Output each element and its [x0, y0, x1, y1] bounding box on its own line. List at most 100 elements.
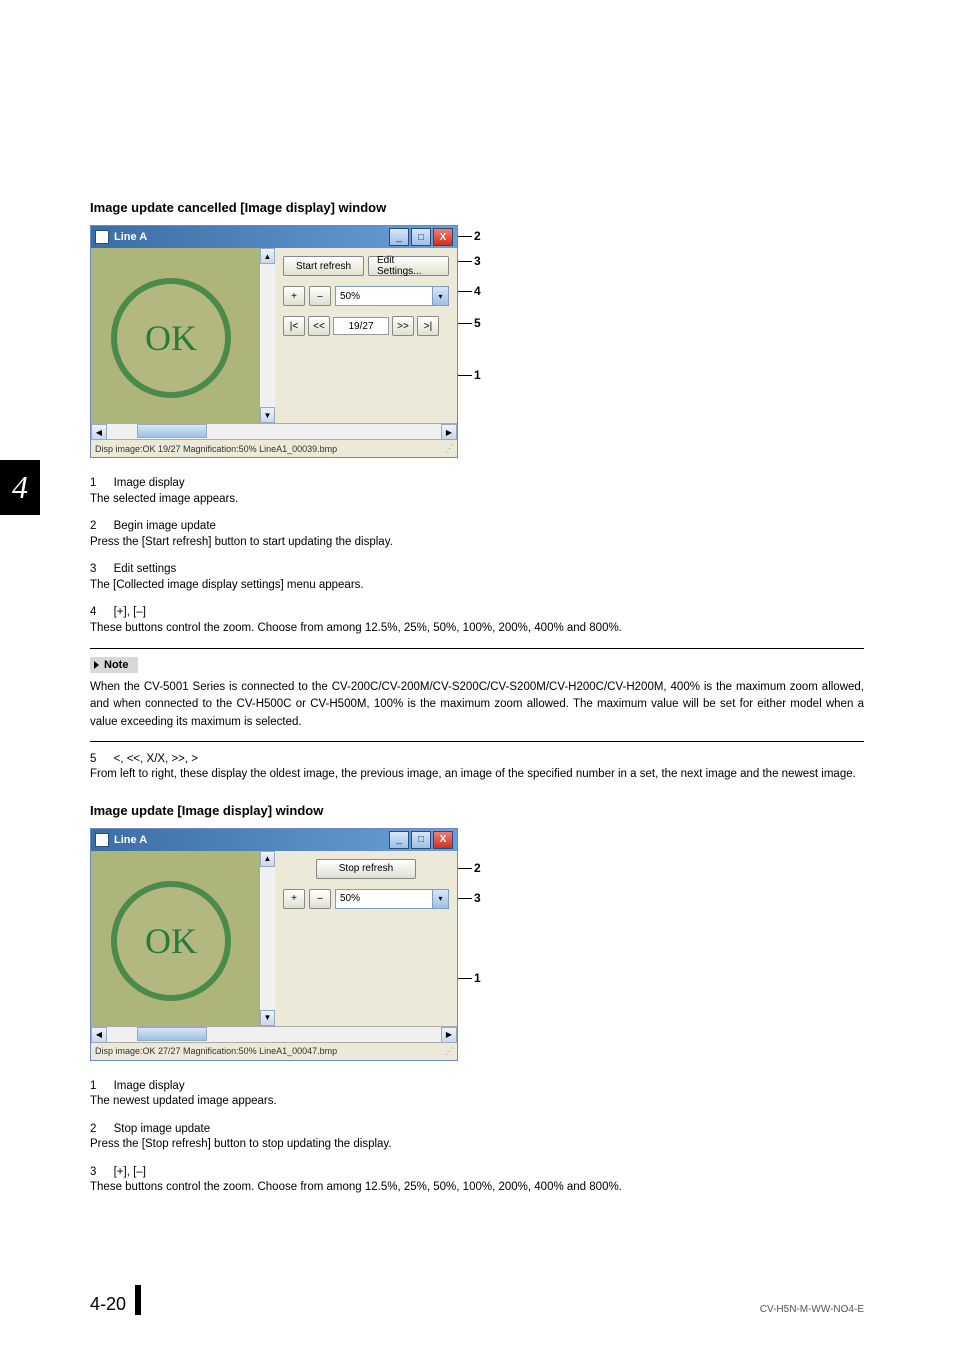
window-title: Line A — [114, 231, 387, 243]
chevron-down-icon[interactable]: ▾ — [432, 890, 448, 908]
callout-2: 2 — [474, 229, 481, 243]
close-button[interactable]: X — [433, 228, 453, 246]
minimize-button[interactable]: _ — [389, 831, 409, 849]
item-body: These buttons control the zoom. Choose f… — [90, 1181, 622, 1193]
footer-mark-icon — [135, 1285, 141, 1315]
vertical-scrollbar[interactable]: ▲ ▼ — [259, 248, 275, 423]
callout-4: 4 — [474, 284, 481, 298]
section2-heading: Image update [Image display] window — [90, 803, 864, 818]
callout-1: 1 — [474, 368, 481, 382]
zoom-out-button[interactable]: – — [309, 889, 331, 909]
nav-first-button[interactable]: |< — [283, 316, 305, 336]
lead-1 — [458, 978, 472, 979]
zoom-out-button[interactable]: – — [309, 286, 331, 306]
image-display-area: OK — [91, 851, 259, 1026]
lead-1 — [458, 375, 472, 376]
window-icon — [95, 833, 109, 847]
window-title: Line A — [114, 834, 387, 846]
zoom-combo[interactable]: 50% ▾ — [335, 286, 449, 306]
callout-5: 5 — [474, 316, 481, 330]
resize-grip-icon[interactable]: ⋰ — [439, 1046, 453, 1057]
item-num: 2 — [90, 1122, 96, 1138]
vertical-scrollbar[interactable]: ▲ ▼ — [259, 851, 275, 1026]
controls-pane: Start refresh Edit Settings... + – 50% ▾… — [275, 248, 457, 423]
scroll-down-icon[interactable]: ▼ — [260, 407, 275, 423]
edit-settings-button[interactable]: Edit Settings... — [368, 256, 449, 276]
item-num: 4 — [90, 605, 96, 621]
zoom-in-button[interactable]: + — [283, 889, 305, 909]
lead-3 — [458, 898, 472, 899]
maximize-button[interactable]: □ — [411, 831, 431, 849]
s2-item-3: 3 [+], [–] These buttons control the zoo… — [90, 1165, 864, 1196]
scroll-left-icon[interactable]: ◀ — [91, 424, 107, 440]
item-4: 4 [+], [–] These buttons control the zoo… — [90, 605, 864, 636]
scroll-right-icon[interactable]: ▶ — [441, 424, 457, 440]
note-label: Note — [90, 657, 138, 673]
horizontal-scrollbar[interactable]: ◀ ▶ — [91, 423, 457, 439]
image-display-area: OK — [91, 248, 259, 423]
page-number: 4-20 — [90, 1294, 126, 1314]
controls-pane: Stop refresh + – 50% ▾ — [275, 851, 457, 1026]
minimize-button[interactable]: _ — [389, 228, 409, 246]
zoom-combo[interactable]: 50% ▾ — [335, 889, 449, 909]
item-num: 2 — [90, 519, 96, 535]
item-num: 5 — [90, 752, 96, 768]
item-body: The [Collected image display settings] m… — [90, 579, 364, 591]
item-2: 2 Begin image update Press the [Start re… — [90, 519, 864, 550]
item-num: 3 — [90, 562, 96, 578]
horizontal-scrollbar[interactable]: ◀ ▶ — [91, 1026, 457, 1042]
item-body: These buttons control the zoom. Choose f… — [90, 622, 622, 634]
item-body: The newest updated image appears. — [90, 1095, 277, 1107]
titlebar: Line A _ □ X — [91, 226, 457, 248]
note-block: Note When the CV-5001 Series is connecte… — [90, 648, 864, 742]
item-title: <, <<, X/X, >>, > — [114, 753, 198, 765]
lead-2 — [458, 236, 472, 237]
section1-heading: Image update cancelled [Image display] w… — [90, 200, 864, 215]
callout-1: 1 — [474, 971, 481, 985]
scroll-up-icon[interactable]: ▲ — [260, 851, 275, 867]
item-body: From left to right, these display the ol… — [90, 768, 856, 780]
document-code: CV-H5N-M-WW-NO4-E — [760, 1304, 864, 1315]
page-footer: 4-20 CV-H5N-M-WW-NO4-E — [90, 1285, 864, 1315]
window-icon — [95, 230, 109, 244]
zoom-value: 50% — [336, 291, 432, 302]
item-title: [+], [–] — [114, 606, 146, 618]
status-bar: Disp image:OK 27/27 Magnification:50% Li… — [91, 1042, 457, 1060]
zoom-in-button[interactable]: + — [283, 286, 305, 306]
item-num: 1 — [90, 1079, 96, 1095]
ok-overlay: OK — [111, 881, 231, 1001]
screenshot-2: Line A _ □ X OK ▲ ▼ Stop refresh — [90, 828, 458, 1061]
ok-overlay: OK — [111, 278, 231, 398]
start-refresh-button[interactable]: Start refresh — [283, 256, 364, 276]
item-5: 5 <, <<, X/X, >>, > From left to right, … — [90, 752, 864, 783]
status-text: Disp image:OK 19/27 Magnification:50% Li… — [95, 444, 337, 454]
window-updating: Line A _ □ X OK ▲ ▼ Stop refresh — [90, 828, 458, 1061]
item-title: Image display — [114, 1080, 185, 1092]
scroll-up-icon[interactable]: ▲ — [260, 248, 275, 264]
scroll-left-icon[interactable]: ◀ — [91, 1027, 107, 1043]
item-body: The selected image appears. — [90, 493, 238, 505]
nav-prev-button[interactable]: << — [308, 316, 330, 336]
item-title: Edit settings — [114, 563, 177, 575]
scroll-down-icon[interactable]: ▼ — [260, 1010, 275, 1026]
close-button[interactable]: X — [433, 831, 453, 849]
nav-next-button[interactable]: >> — [392, 316, 414, 336]
chevron-down-icon[interactable]: ▾ — [432, 287, 448, 305]
scroll-right-icon[interactable]: ▶ — [441, 1027, 457, 1043]
stop-refresh-button[interactable]: Stop refresh — [316, 859, 416, 879]
scroll-thumb[interactable] — [137, 1027, 207, 1041]
status-bar: Disp image:OK 19/27 Magnification:50% Li… — [91, 439, 457, 457]
nav-last-button[interactable]: >| — [417, 316, 439, 336]
titlebar: Line A _ □ X — [91, 829, 457, 851]
zoom-value: 50% — [336, 893, 432, 904]
item-num: 1 — [90, 476, 96, 492]
callout-3: 3 — [474, 891, 481, 905]
resize-grip-icon[interactable]: ⋰ — [439, 443, 453, 454]
s2-item-1: 1 Image display The newest updated image… — [90, 1079, 864, 1110]
maximize-button[interactable]: □ — [411, 228, 431, 246]
scroll-thumb[interactable] — [137, 424, 207, 438]
callout-2: 2 — [474, 861, 481, 875]
lead-3 — [458, 261, 472, 262]
item-1: 1 Image display The selected image appea… — [90, 476, 864, 507]
item-title: [+], [–] — [114, 1166, 146, 1178]
